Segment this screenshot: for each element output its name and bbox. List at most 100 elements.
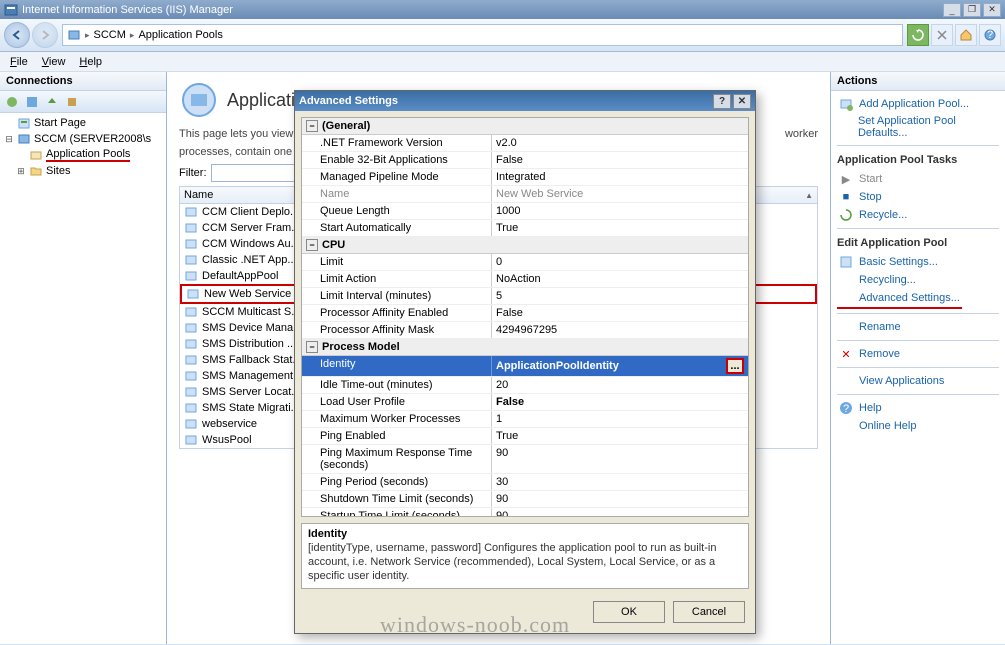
advanced-settings-action[interactable]: Advanced Settings... [837,289,962,309]
category-general[interactable]: −(General) [302,118,748,135]
pool-icon [184,321,198,335]
dialog-help-button[interactable]: ? [713,94,731,109]
add-icon [839,97,853,111]
connect-icon[interactable] [4,94,20,110]
identity-browse-button[interactable]: ... [726,358,744,374]
prop-limit-interval[interactable]: Limit Interval (minutes)5 [302,288,748,305]
back-button[interactable] [4,22,30,48]
pool-icon [184,305,198,319]
prop-ping-enabled[interactable]: Ping EnabledTrue [302,428,748,445]
breadcrumb-item[interactable]: Application Pools [138,29,222,41]
collapse-icon[interactable]: − [306,120,318,132]
app-pool-icon [29,148,43,162]
expand-icon[interactable]: ⊞ [16,166,26,177]
connections-tree: Start Page ⊟ SCCM (SERVER2008\s Applicat… [0,113,166,644]
prop-pipeline-mode[interactable]: Managed Pipeline ModeIntegrated [302,169,748,186]
basic-settings-action[interactable]: Basic Settings... [837,253,999,271]
prop-affinity-mask[interactable]: Processor Affinity Mask4294967295 [302,322,748,339]
iis-icon [4,3,18,17]
menu-bar: File View Help [0,52,1005,72]
prop-name[interactable]: NameNew Web Service [302,186,748,203]
prop-idle-timeout[interactable]: Idle Time-out (minutes)20 [302,377,748,394]
breadcrumb[interactable]: ▸ SCCM ▸ Application Pools [62,24,903,46]
collapse-icon[interactable]: − [306,341,318,353]
prop-shutdown-limit[interactable]: Shutdown Time Limit (seconds)90 [302,491,748,508]
breadcrumb-item[interactable]: SCCM [94,29,126,41]
category-process-model[interactable]: −Process Model [302,339,748,356]
maximize-button[interactable]: ❐ [963,3,981,17]
tree-server[interactable]: ⊟ SCCM (SERVER2008\s [2,131,164,147]
pool-icon [184,385,198,399]
app-pool-large-icon [179,80,219,120]
tree-app-pools[interactable]: Application Pools [2,147,164,163]
prop-ping-max[interactable]: Ping Maximum Response Time (seconds)90 [302,445,748,474]
pool-icon [184,269,198,283]
settings-icon [839,255,853,269]
close-button[interactable]: ✕ [983,3,1001,17]
add-pool-action[interactable]: Add Application Pool... [837,95,999,113]
refresh-button[interactable] [907,24,929,46]
pool-icon [186,287,200,301]
help-action[interactable]: ?Help [837,399,999,417]
window-title: Internet Information Services (IIS) Mana… [22,4,943,16]
help-menu[interactable]: Help [73,54,108,70]
title-bar: Internet Information Services (IIS) Mana… [0,0,1005,19]
prop-limit[interactable]: Limit0 [302,254,748,271]
server-icon [17,132,31,146]
settings-icon[interactable] [64,94,80,110]
start-action[interactable]: ▶Start [837,170,999,188]
page-title: Applicati [227,90,295,111]
stop-button[interactable] [931,24,953,46]
tree-sites[interactable]: ⊞ Sites [2,163,164,179]
connections-panel: Connections Start Page ⊟ SCCM (SERVER200… [0,72,167,644]
svg-text:?: ? [987,29,993,41]
pool-icon [184,205,198,219]
property-grid: −(General) .NET Framework Versionv2.0 En… [301,117,749,517]
collapse-icon[interactable]: − [306,239,318,251]
property-description: Identity [identityType, username, passwo… [301,523,749,589]
help-icon: ? [839,401,853,415]
prop-startup-limit[interactable]: Startup Time Limit (seconds)90 [302,508,748,517]
home-button[interactable] [955,24,977,46]
edit-heading: Edit Application Pool [837,237,999,249]
dialog-close-button[interactable]: ✕ [733,94,751,109]
up-icon[interactable] [44,94,60,110]
collapse-icon[interactable]: ⊟ [4,134,14,145]
cancel-button[interactable]: Cancel [673,601,745,623]
prop-ping-period[interactable]: Ping Period (seconds)30 [302,474,748,491]
prop-identity[interactable]: Identity ApplicationPoolIdentity... [302,356,748,377]
category-cpu[interactable]: −CPU [302,237,748,254]
pool-icon [184,417,198,431]
forward-button[interactable] [32,22,58,48]
prop-start-auto[interactable]: Start AutomaticallyTrue [302,220,748,237]
remove-action[interactable]: ✕Remove [837,345,999,363]
watermark: windows-noob.com [380,612,570,638]
connections-header: Connections [0,72,166,91]
ok-button[interactable]: OK [593,601,665,623]
prop-affinity-enabled[interactable]: Processor Affinity EnabledFalse [302,305,748,322]
view-apps-action[interactable]: View Applications [837,372,999,390]
online-help-action[interactable]: Online Help [837,417,999,435]
rename-action[interactable]: Rename [837,318,999,336]
minimize-button[interactable]: _ [943,3,961,17]
actions-header: Actions [831,72,1005,91]
connections-toolbar [0,91,166,113]
svg-text:?: ? [843,403,849,415]
recycle-action[interactable]: Recycle... [837,206,999,224]
save-icon[interactable] [24,94,40,110]
file-menu[interactable]: File [4,54,34,70]
prop-queue-length[interactable]: Queue Length1000 [302,203,748,220]
prop-limit-action[interactable]: Limit ActionNoAction [302,271,748,288]
tree-start-page[interactable]: Start Page [2,115,164,131]
view-menu[interactable]: View [36,54,72,70]
prop-enable-32bit[interactable]: Enable 32-Bit ApplicationsFalse [302,152,748,169]
recycling-action[interactable]: Recycling... [837,271,999,289]
prop-max-workers[interactable]: Maximum Worker Processes1 [302,411,748,428]
pool-icon [184,253,198,267]
prop-load-profile[interactable]: Load User ProfileFalse [302,394,748,411]
help-dropdown-button[interactable]: ? [979,24,1001,46]
prop-net-framework[interactable]: .NET Framework Versionv2.0 [302,135,748,152]
pool-icon [184,221,198,235]
stop-action[interactable]: ■Stop [837,188,999,206]
set-defaults-action[interactable]: Set Application Pool Defaults... [837,113,999,141]
